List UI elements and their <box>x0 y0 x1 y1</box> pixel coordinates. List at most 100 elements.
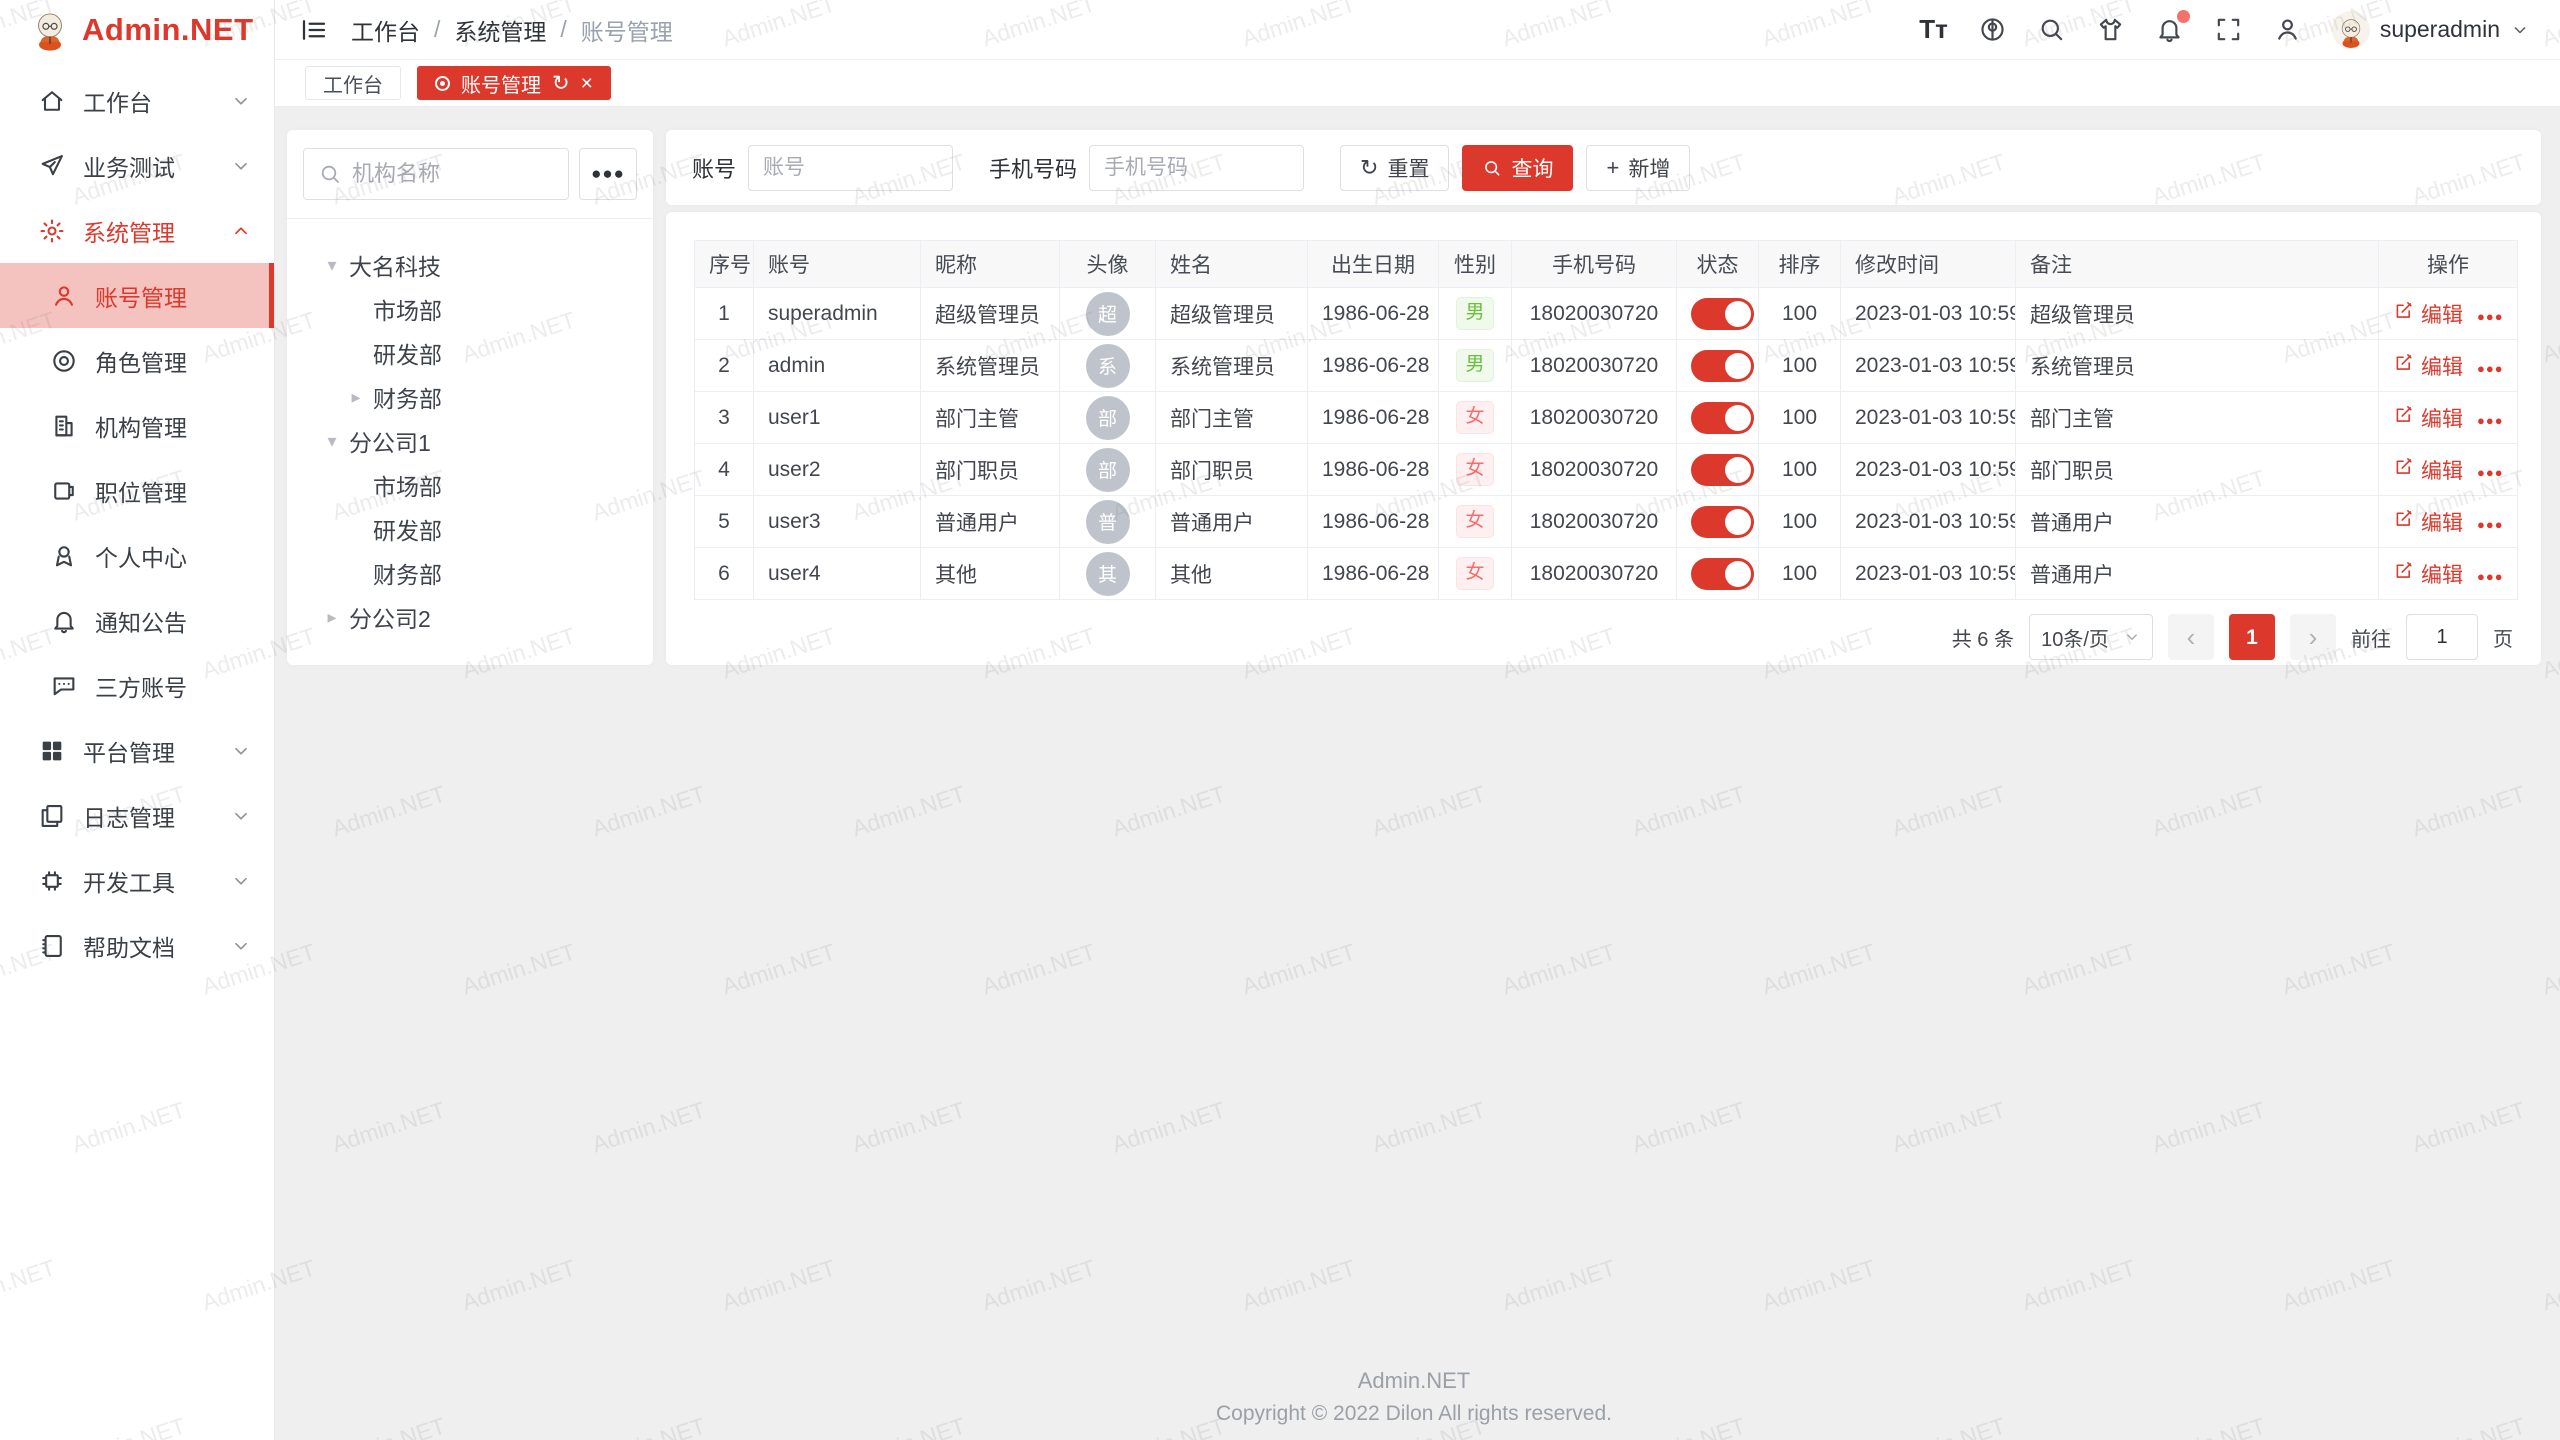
search-icon <box>1482 158 1502 178</box>
more-actions-icon[interactable]: ●●● <box>2477 361 2504 376</box>
cell-birthday: 1986-06-28 <box>1308 496 1439 548</box>
app-logo[interactable]: Admin.NET <box>0 0 274 60</box>
font-size-icon[interactable]: Tт <box>1919 15 1948 44</box>
tree-node[interactable]: 财务部 <box>297 551 643 595</box>
more-actions-icon[interactable]: ●●● <box>2477 569 2504 584</box>
reset-button[interactable]: ↻ 重置 <box>1340 145 1449 191</box>
user-menu[interactable]: superadmin <box>2332 11 2530 49</box>
edit-icon <box>2393 560 2414 587</box>
toggle-knob <box>1725 509 1751 535</box>
tree-expand-icon[interactable]: ▸ <box>343 387 369 408</box>
header-actions: Tт superadmin <box>1919 11 2530 49</box>
phone-input[interactable] <box>1089 145 1304 191</box>
edit-button[interactable]: 编辑 <box>2393 507 2463 537</box>
cell-phone: 18020030720 <box>1512 392 1677 444</box>
send-icon <box>38 152 66 180</box>
status-toggle[interactable] <box>1691 506 1754 538</box>
breadcrumb-separator: / <box>560 16 566 43</box>
sidebar-item-role-mgmt[interactable]: 角色管理 <box>0 328 274 393</box>
status-toggle[interactable] <box>1691 454 1754 486</box>
sidebar-item-org-mgmt[interactable]: 机构管理 <box>0 393 274 458</box>
tree-node[interactable]: 研发部 <box>297 507 643 551</box>
profile-icon[interactable] <box>2273 15 2302 44</box>
avatar: 部 <box>1086 396 1130 440</box>
status-toggle[interactable] <box>1691 558 1754 590</box>
sidebar-item-business-test[interactable]: 业务测试 <box>0 133 274 198</box>
org-search-input[interactable] <box>352 161 554 187</box>
sidebar-item-system-mgmt[interactable]: 系统管理 <box>0 198 274 263</box>
edit-button[interactable]: 编辑 <box>2393 455 2463 485</box>
page-1-button[interactable]: 1 <box>2229 614 2275 660</box>
refresh-icon[interactable]: ↻ <box>552 73 570 94</box>
close-icon[interactable]: × <box>581 73 593 94</box>
sidebar-item-workbench[interactable]: 工作台 <box>0 68 274 133</box>
active-tab-dot-icon <box>435 76 450 91</box>
tree-node[interactable]: ▸分公司2 <box>297 595 643 639</box>
menu-fold-icon[interactable] <box>299 15 329 45</box>
tab-account-mgmt[interactable]: 账号管理↻× <box>417 66 611 100</box>
tree-node[interactable]: ▾大名科技 <box>297 243 643 287</box>
sidebar-item-log-mgmt[interactable]: 日志管理 <box>0 783 274 848</box>
more-actions-icon[interactable]: ●●● <box>2477 517 2504 532</box>
sidebar-item-dev-tools[interactable]: 开发工具 <box>0 848 274 913</box>
cell-modified: 2023-01-03 10:59:44 <box>1841 288 2016 340</box>
phone-label: 手机号码 <box>989 152 1077 184</box>
sidebar-item-platform-mgmt[interactable]: 平台管理 <box>0 718 274 783</box>
tree-expand-icon[interactable]: ▸ <box>319 607 345 628</box>
sidebar-item-account-mgmt[interactable]: 账号管理 <box>0 263 274 328</box>
tab-workbench[interactable]: 工作台 <box>305 66 401 100</box>
org-more-button[interactable]: ●●● <box>579 148 637 200</box>
breadcrumb-item[interactable]: 工作台 <box>351 13 420 47</box>
chevron-down-icon <box>230 740 252 762</box>
tree-node[interactable]: 市场部 <box>297 287 643 331</box>
more-actions-icon[interactable]: ●●● <box>2477 465 2504 480</box>
edit-button[interactable]: 编辑 <box>2393 403 2463 433</box>
notification-icon[interactable] <box>2155 15 2184 44</box>
fullscreen-icon[interactable] <box>2214 15 2243 44</box>
chevron-down-icon <box>2510 20 2530 40</box>
sidebar-item-personal-center[interactable]: 个人中心 <box>0 523 274 588</box>
edit-button[interactable]: 编辑 <box>2393 351 2463 381</box>
sidebar-item-notice[interactable]: 通知公告 <box>0 588 274 653</box>
theme-icon[interactable] <box>2096 15 2125 44</box>
prev-page-button[interactable]: ‹ <box>2168 614 2214 660</box>
sidebar-item-label: 工作台 <box>83 84 152 118</box>
tree-node[interactable]: 研发部 <box>297 331 643 375</box>
status-toggle[interactable] <box>1691 402 1754 434</box>
language-icon[interactable] <box>1978 15 2007 44</box>
tree-node[interactable]: ▸财务部 <box>297 375 643 419</box>
tree-expand-icon[interactable]: ▾ <box>319 431 345 452</box>
sidebar-item-position-mgmt[interactable]: 职位管理 <box>0 458 274 523</box>
cell-phone: 18020030720 <box>1512 288 1677 340</box>
status-toggle[interactable] <box>1691 298 1754 330</box>
cell-modified: 2023-01-03 10:59:44 <box>1841 392 2016 444</box>
edit-button[interactable]: 编辑 <box>2393 559 2463 589</box>
cell-name: 部门职员 <box>1156 444 1308 496</box>
cell-sort: 100 <box>1759 444 1841 496</box>
account-input[interactable] <box>748 145 953 191</box>
search-icon[interactable] <box>2037 15 2066 44</box>
search-button[interactable]: 查询 <box>1462 145 1573 191</box>
goto-page-input[interactable] <box>2406 614 2478 660</box>
cell-phone: 18020030720 <box>1512 340 1677 392</box>
more-actions-icon[interactable]: ●●● <box>2477 413 2504 428</box>
add-button[interactable]: + 新增 <box>1586 145 1690 191</box>
cell-birthday: 1986-06-28 <box>1308 392 1439 444</box>
breadcrumb-item[interactable]: 系统管理 <box>454 13 546 47</box>
edit-button[interactable]: 编辑 <box>2393 299 2463 329</box>
tree-node[interactable]: 市场部 <box>297 463 643 507</box>
more-actions-icon[interactable]: ●●● <box>2477 309 2504 324</box>
table-header-row: 序号账号昵称头像姓名出生日期性别手机号码状态排序修改时间备注操作 <box>695 241 2518 288</box>
sidebar-item-label: 帮助文档 <box>83 929 175 963</box>
tree-expand-icon[interactable]: ▾ <box>319 255 345 276</box>
next-page-button[interactable]: › <box>2290 614 2336 660</box>
sidebar-item-help-docs[interactable]: 帮助文档 <box>0 913 274 978</box>
cell-modified: 2023-01-03 10:59:44 <box>1841 340 2016 392</box>
status-toggle[interactable] <box>1691 350 1754 382</box>
col-header-avatar: 头像 <box>1060 241 1156 288</box>
footer-title: Admin.NET <box>287 1368 2541 1394</box>
page-size-select[interactable]: 10条/页 <box>2029 614 2153 660</box>
tree-node[interactable]: ▾分公司1 <box>297 419 643 463</box>
sidebar: Admin.NET 工作台业务测试系统管理账号管理角色管理机构管理职位管理个人中… <box>0 0 275 1440</box>
sidebar-item-third-party-account[interactable]: 三方账号 <box>0 653 274 718</box>
